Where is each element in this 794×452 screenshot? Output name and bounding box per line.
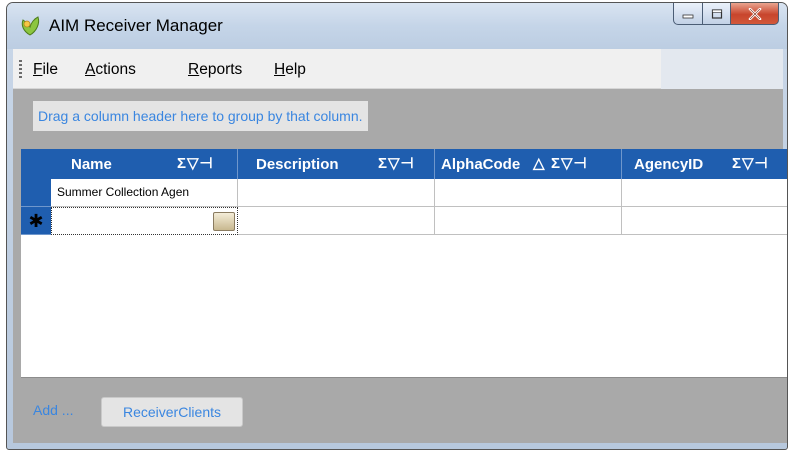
menu-bar-end — [661, 49, 783, 89]
minimize-button[interactable] — [673, 3, 703, 25]
row-selector[interactable] — [21, 179, 51, 207]
column-tools-icon[interactable]: Σ▽⊣ — [177, 154, 214, 172]
row-selector-header — [21, 149, 51, 179]
app-logo-icon — [21, 16, 40, 36]
new-row-name-input[interactable] — [51, 207, 238, 235]
column-header-name[interactable]: Name Σ▽⊣ — [51, 149, 237, 179]
table-row[interactable]: Summer Collection Agen — [21, 179, 787, 207]
cell-description[interactable] — [238, 179, 435, 207]
close-icon — [748, 7, 761, 20]
new-row-description-input[interactable] — [238, 207, 435, 235]
menu-bar: File Actions Reports Help — [13, 49, 783, 89]
menu-grip-icon[interactable] — [19, 60, 22, 80]
gear-icon[interactable] — [213, 212, 235, 231]
maximize-button[interactable] — [703, 3, 731, 25]
new-row[interactable]: ✱ — [21, 207, 787, 235]
column-header-label: AlphaCode — [441, 156, 521, 173]
group-by-panel[interactable]: Drag a column header here to group by th… — [13, 89, 783, 149]
menu-actions[interactable]: Actions — [85, 61, 136, 79]
new-row-agencyid-input[interactable] — [622, 207, 787, 235]
group-by-hint: Drag a column header here to group by th… — [33, 101, 368, 131]
window-title: AIM Receiver Manager — [49, 16, 223, 35]
column-tools-icon[interactable]: Σ▽⊣ — [732, 154, 769, 172]
window-controls — [673, 3, 779, 25]
column-tools-icon[interactable]: Σ▽⊣ — [551, 154, 588, 172]
menu-reports[interactable]: Reports — [188, 61, 242, 79]
column-header-label: Name — [71, 156, 112, 173]
maximize-icon — [711, 8, 722, 19]
column-header-description[interactable]: Description Σ▽⊣ — [238, 149, 434, 179]
column-header-agencyid[interactable]: AgencyID Σ▽⊣ — [622, 149, 787, 179]
cell-alphacode[interactable] — [435, 179, 622, 207]
data-grid: Name Σ▽⊣ Description Σ▽⊣ AlphaCode △ Σ▽⊣… — [21, 149, 787, 377]
app-window: AIM Receiver Manager File Actions Report… — [6, 2, 788, 450]
grid-footer: Add ... ReceiverClients — [21, 377, 787, 443]
column-tools-icon[interactable]: Σ▽⊣ — [378, 154, 415, 172]
receiver-clients-button[interactable]: ReceiverClients — [101, 397, 243, 427]
cell-agencyid[interactable] — [622, 179, 787, 207]
minimize-icon — [682, 14, 694, 18]
close-button[interactable] — [731, 3, 779, 25]
add-link[interactable]: Add ... — [33, 402, 73, 418]
menu-help[interactable]: Help — [274, 61, 306, 79]
cell-name[interactable]: Summer Collection Agen — [51, 179, 238, 207]
column-header-label: AgencyID — [634, 156, 704, 173]
new-row-alphacode-input[interactable] — [435, 207, 622, 235]
menu-file[interactable]: File — [33, 61, 58, 79]
sort-ascending-icon: △ — [533, 155, 545, 172]
new-row-marker-icon: ✱ — [21, 207, 51, 235]
title-bar[interactable]: AIM Receiver Manager — [7, 3, 787, 49]
column-header-label: Description — [256, 156, 339, 173]
column-header-alphacode[interactable]: AlphaCode △ Σ▽⊣ — [435, 149, 621, 179]
